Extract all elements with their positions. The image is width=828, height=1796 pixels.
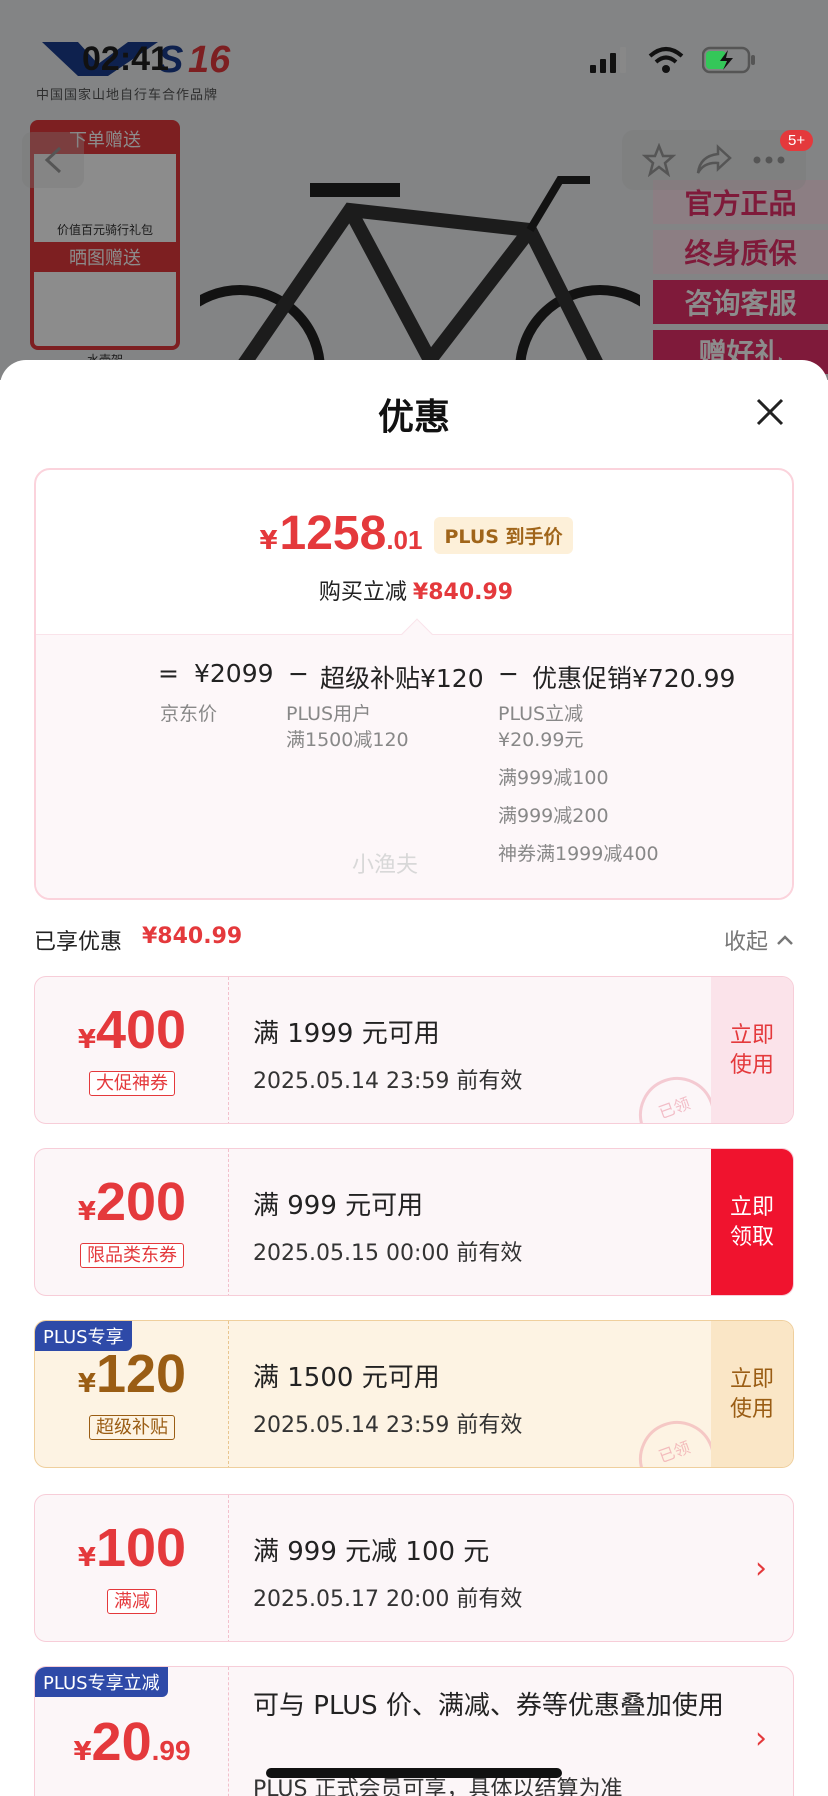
final-price-integer: 1258 — [279, 507, 387, 560]
plus-price-tag: PLUS 到手价 — [434, 517, 573, 554]
coupon-amount: 200 — [95, 1172, 187, 1232]
formula-promo: 优惠促销¥720.99 — [532, 664, 736, 693]
coupon-amount: 100 — [95, 1518, 187, 1578]
chevron-right-icon[interactable]: › — [755, 1721, 767, 1756]
coupon-amount-decimal: .99 — [151, 1735, 191, 1766]
use-now-label: 立即使用 — [729, 1023, 774, 1078]
coupon-type-tag: 限品类东券 — [80, 1243, 184, 1268]
jd-price-label: 京东价 — [160, 703, 218, 725]
status-icons — [590, 46, 758, 74]
coupon-currency: ¥ — [77, 1543, 96, 1573]
enjoyed-amount: ¥840.99 — [142, 924, 243, 949]
claim-now-button[interactable]: 立即领取 — [711, 1149, 793, 1295]
enjoyed-discount-row: 已享优惠 ¥840.99 收起 — [34, 920, 794, 956]
coupon-type-tag: 超级补贴 — [89, 1415, 175, 1440]
signal-icon — [590, 47, 626, 73]
promo-note: 神券满1999减400 — [498, 843, 659, 865]
chevron-left-icon — [44, 146, 62, 174]
coupon-card[interactable]: ¥100 满减 满 999 元减 100 元 2025.05.17 20:00 … — [34, 1494, 794, 1642]
final-price-currency: ¥ — [259, 526, 278, 556]
coupon-amount: 400 — [95, 1000, 187, 1060]
close-icon[interactable] — [748, 390, 792, 434]
formula-minus-1: − — [288, 659, 309, 688]
use-now-button[interactable]: 立即使用 — [711, 977, 793, 1123]
coupon-expiry: 2025.05.14 23:59 前有效 — [253, 1069, 523, 1094]
coupon-amount: 120 — [95, 1344, 187, 1404]
discount-sheet: 优惠 ¥ 1258 .01 PLUS 到手价 购买立减 ¥840.99 = ¥20… — [0, 360, 828, 1796]
coupon-card: ¥200 限品类东券 满 999 元可用 2025.05.15 00:00 前有… — [34, 1148, 794, 1296]
claim-now-label: 立即领取 — [729, 1195, 774, 1250]
battery-icon — [702, 46, 755, 74]
coupon-card: PLUS专享 ¥120 超级补贴 满 1500 元可用 2025.05.14 2… — [34, 1320, 794, 1468]
promo-note: PLUS立减 — [498, 703, 584, 725]
home-indicator — [266, 1768, 562, 1778]
final-price-decimal: .01 — [386, 525, 423, 555]
formula-jd-price: ¥2099 — [194, 659, 274, 688]
wifi-icon — [648, 47, 684, 73]
coupon-currency: ¥ — [73, 1737, 92, 1767]
promo-note: 满999减100 — [498, 767, 609, 789]
status-time: 02:41 — [82, 40, 169, 78]
price-breakdown-card: ¥ 1258 .01 PLUS 到手价 购买立减 ¥840.99 = ¥2099 … — [34, 468, 794, 900]
coupon-expiry: 2025.05.17 20:00 前有效 — [253, 1587, 523, 1612]
coupon-amount: 20 — [91, 1712, 152, 1772]
coupon-condition: 满 1999 元可用 — [253, 1019, 440, 1049]
more-icon[interactable] — [752, 155, 786, 165]
promo-note: 满999减200 — [498, 805, 609, 827]
final-price: ¥ 1258 .01 PLUS 到手价 — [36, 506, 792, 561]
chevron-right-icon[interactable]: › — [755, 1551, 767, 1586]
collapse-button[interactable]: 收起 — [724, 924, 794, 956]
saving-label: 购买立减 — [318, 580, 407, 605]
coupon-expiry: 2025.05.15 00:00 前有效 — [253, 1241, 523, 1266]
coupon-type-tag: 满减 — [107, 1589, 157, 1614]
use-now-button[interactable]: 立即使用 — [711, 1321, 793, 1467]
coupon-currency: ¥ — [77, 1025, 96, 1055]
subsidy-note-2: 满1500减120 — [286, 729, 409, 751]
top-actions — [622, 130, 806, 190]
enjoyed-label: 已享优惠 — [34, 930, 123, 955]
coupon-condition: 满 999 元减 100 元 — [253, 1537, 490, 1567]
product-page-background: S 16 中国国家山地自行车合作品牌 下单赠送 价值百元骑行礼包 晒图赠送 水壶… — [0, 0, 828, 380]
coupon-currency: ¥ — [77, 1369, 96, 1399]
use-now-label: 立即使用 — [729, 1367, 774, 1422]
formula-minus-2: − — [498, 659, 519, 688]
formula-equals: = — [158, 659, 179, 688]
saving-amount: ¥840.99 — [412, 580, 514, 605]
coupon-condition: 满 1500 元可用 — [253, 1363, 440, 1393]
plus-exclusive-flag: PLUS专享 — [35, 1321, 132, 1351]
back-button[interactable] — [22, 132, 84, 188]
message-badge: 5+ — [780, 130, 814, 151]
watermark: 小渔夫 — [352, 853, 419, 878]
formula-subsidy: 超级补贴¥120 — [320, 664, 484, 693]
collapse-label: 收起 — [723, 930, 768, 955]
coupon-expiry: 2025.05.14 23:59 前有效 — [253, 1413, 523, 1438]
promo-note: ¥20.99元 — [498, 729, 584, 751]
coupon-condition: 满 999 元可用 — [253, 1191, 424, 1221]
chevron-up-icon — [777, 935, 793, 945]
coupon-condition: 可与 PLUS 价、满减、券等优惠叠加使用 — [253, 1691, 724, 1721]
coupon-type-tag: 大促神券 — [89, 1071, 175, 1096]
subsidy-note-1: PLUS用户 — [286, 703, 372, 725]
share-icon[interactable] — [696, 144, 732, 176]
plus-exclusive-flag: PLUS专享立减 — [35, 1667, 168, 1697]
purchase-saving: 购买立减 ¥840.99 — [36, 574, 792, 606]
sheet-title: 优惠 — [377, 397, 450, 438]
star-icon[interactable] — [642, 143, 676, 177]
coupon-currency: ¥ — [77, 1197, 96, 1227]
coupon-card: ¥400 大促神券 满 1999 元可用 2025.05.14 23:59 前有… — [34, 976, 794, 1124]
